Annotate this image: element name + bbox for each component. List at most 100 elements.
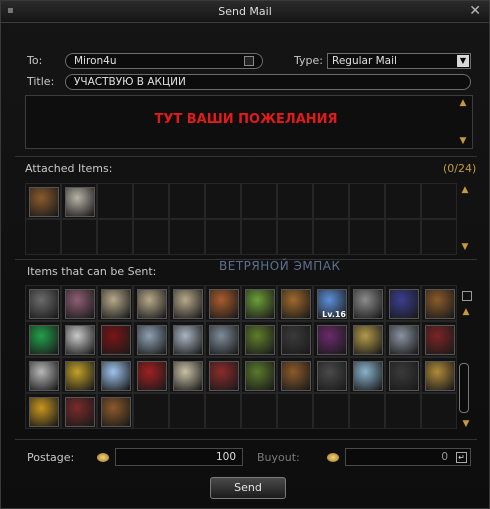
window-toggle-icon[interactable] [462,291,472,301]
item-slot[interactable] [25,285,61,321]
item-slot[interactable] [277,321,313,357]
attached-count: (0/24) [443,162,477,175]
item-slot[interactable] [205,357,241,393]
item-slot[interactable] [97,357,133,393]
attached-items-grid [25,183,457,255]
title-value: УЧАСТВУЮ В АКЦИИ [74,76,186,88]
item-slot[interactable] [241,357,277,393]
title-field[interactable]: УЧАСТВУЮ В АКЦИИ [65,74,471,90]
item-slot[interactable] [25,357,61,393]
scroll-icon [209,289,239,319]
type-label: Type: [294,54,323,67]
item-slot[interactable] [205,285,241,321]
item-slot[interactable] [421,321,457,357]
item-slot[interactable] [169,285,205,321]
item-slot[interactable]: Lv.16 [313,285,349,321]
item-slot[interactable] [385,285,421,321]
item-slot [385,219,421,255]
dark-scroll-icon [281,325,311,355]
silver-orb-icon [65,325,95,355]
window-title: Send Mail [218,5,272,18]
adena-coin-icon [97,453,109,462]
purple-gem-icon [317,325,347,355]
item-slot[interactable] [61,285,97,321]
item-slot[interactable] [133,357,169,393]
send-button[interactable]: Send [210,477,286,499]
scrollbar-thumb[interactable] [459,363,469,413]
message-text: ТУТ ВАШИ ПОЖЕЛАНИЯ [154,112,338,127]
item-slot [385,183,421,219]
type-select[interactable]: Regular Mail ▼ [327,53,471,69]
item-slot[interactable] [61,183,97,219]
item-slot[interactable] [241,321,277,357]
scroll-down-icon[interactable]: ▼ [461,419,471,429]
sendable-items-grid: Lv.16 [25,285,457,429]
red-potion-icon [137,361,167,391]
item-slot[interactable] [169,357,205,393]
wooden-box-icon [425,289,455,319]
item-slot[interactable] [421,285,457,321]
item-slot [169,183,205,219]
item-slot[interactable] [241,285,277,321]
item-slot[interactable] [385,321,421,357]
to-field[interactable]: Miron4u [65,53,263,69]
message-area[interactable]: ТУТ ВАШИ ПОЖЕЛАНИЯ ▲ ▼ [25,95,473,149]
item-slot [313,219,349,255]
type-value: Regular Mail [332,55,397,67]
item-slot[interactable] [25,321,61,357]
crystal-cluster-icon [173,325,203,355]
item-slot[interactable] [25,393,61,429]
scroll-down-icon[interactable]: ▼ [458,136,468,146]
item-slot [385,393,421,429]
stone-block-icon [29,361,59,391]
item-slot[interactable] [421,357,457,393]
buyout-value: 0 [441,451,448,463]
item-slot[interactable] [349,357,385,393]
black-ore-icon [389,361,419,391]
scroll-up-icon[interactable]: ▲ [460,185,470,195]
item-slot[interactable] [205,321,241,357]
titlebar[interactable]: ▪ Send Mail ✕ [1,1,489,23]
item-slot [277,219,313,255]
close-icon[interactable]: ✕ [469,3,481,19]
parchment-icon [173,289,203,319]
address-book-icon[interactable] [244,56,254,66]
item-slot [133,183,169,219]
item-slot[interactable] [385,357,421,393]
item-slot[interactable] [169,321,205,357]
scroll-icon [281,361,311,391]
chevron-down-icon[interactable]: ▼ [457,55,469,67]
item-slot[interactable] [349,321,385,357]
item-slot[interactable] [277,285,313,321]
scroll-icon [245,289,275,319]
item-slot[interactable] [25,183,61,219]
item-slot[interactable] [133,321,169,357]
item-slot[interactable] [313,321,349,357]
buyout-field[interactable]: 0 ↵ [345,448,471,466]
scroll-up-icon[interactable]: ▲ [461,307,471,317]
bone-icon [65,187,95,217]
hay-bundle-icon [353,325,383,355]
gold-ore-icon [425,361,455,391]
item-slot[interactable] [97,285,133,321]
item-slot[interactable] [97,393,133,429]
item-slot [205,183,241,219]
divider [15,156,477,157]
scroll-down-icon[interactable]: ▼ [460,242,470,252]
item-slot[interactable] [349,285,385,321]
item-slot[interactable] [97,321,133,357]
item-slot[interactable] [313,357,349,393]
item-slot[interactable] [61,393,97,429]
item-slot[interactable] [61,321,97,357]
item-slot [421,219,457,255]
scroll-up-icon[interactable]: ▲ [458,98,468,108]
item-slot[interactable] [61,357,97,393]
item-slot [241,393,277,429]
enter-icon[interactable]: ↵ [456,452,467,463]
item-slot[interactable] [277,357,313,393]
item-slot[interactable] [133,285,169,321]
ore-chunk-icon [29,289,59,319]
level-badge: Lv.16 [322,310,346,319]
item-slot [205,219,241,255]
crystal-shard-icon [353,361,383,391]
